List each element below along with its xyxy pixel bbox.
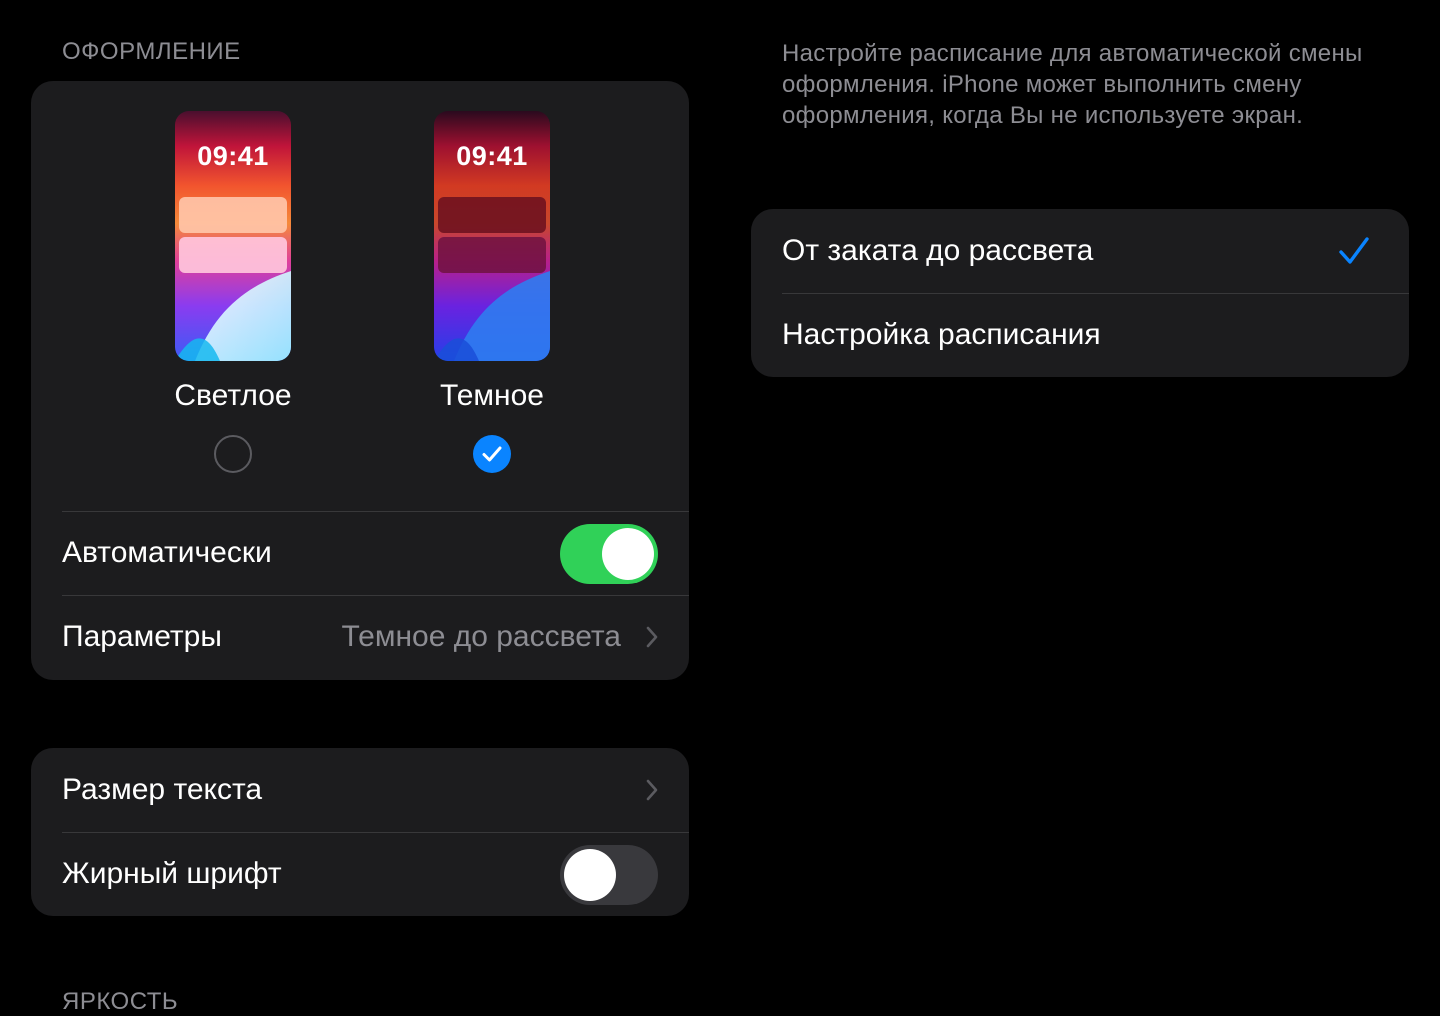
sunset-to-sunrise-label: От заката до рассвета [782,234,1094,267]
automatic-label: Автоматически [62,536,272,569]
toggle-knob [602,528,654,580]
text-size-label: Размер текста [62,773,263,806]
dark-mode-option[interactable]: 09:41 Темное [402,111,582,473]
bold-text-row[interactable]: Жирный шрифт [62,832,689,916]
schedule-card: От заката до рассвета Настройка расписан… [751,209,1409,377]
chevron-right-icon [646,779,658,801]
automatic-toggle[interactable] [560,524,658,584]
text-size-row[interactable]: Размер текста [62,748,689,832]
parameters-label: Параметры [62,620,222,653]
light-mode-option[interactable]: 09:41 Светлое [143,111,323,473]
checkmark-icon [1339,237,1369,264]
toggle-knob [564,849,616,901]
schedule-description: Настройте расписание для автоматической … [782,40,1363,129]
bold-text-toggle[interactable] [560,845,658,905]
automatic-row[interactable]: Автоматически [62,511,689,595]
dark-mode-label: Темное [440,379,544,412]
light-mode-label: Светлое [174,379,292,412]
bold-text-label: Жирный шрифт [62,857,282,890]
dark-mode-preview[interactable]: 09:41 [434,111,550,361]
sunset-to-sunrise-row[interactable]: От заката до рассвета [782,209,1409,293]
light-mode-radio[interactable] [214,435,252,473]
chevron-right-icon [646,626,658,648]
appearance-card: 09:41 Светлое 09:41 Темное Автоматически… [31,81,689,680]
preview-clock: 09:41 [197,141,269,171]
custom-schedule-label: Настройка расписания [782,318,1101,351]
light-mode-preview[interactable]: 09:41 [175,111,291,361]
next-section-title: ЯРКОСТЬ [62,988,179,1015]
parameters-row[interactable]: Параметры Темное до рассвета [62,595,689,679]
parameters-value: Темное до рассвета [341,620,622,653]
dark-mode-radio[interactable] [473,435,511,473]
custom-schedule-row[interactable]: Настройка расписания [782,293,1409,377]
radio-checked-icon [482,446,502,462]
text-settings-card: Размер текста Жирный шрифт [31,748,689,916]
preview-clock: 09:41 [456,141,528,171]
appearance-section-title: ОФОРМЛЕНИЕ [62,38,241,65]
